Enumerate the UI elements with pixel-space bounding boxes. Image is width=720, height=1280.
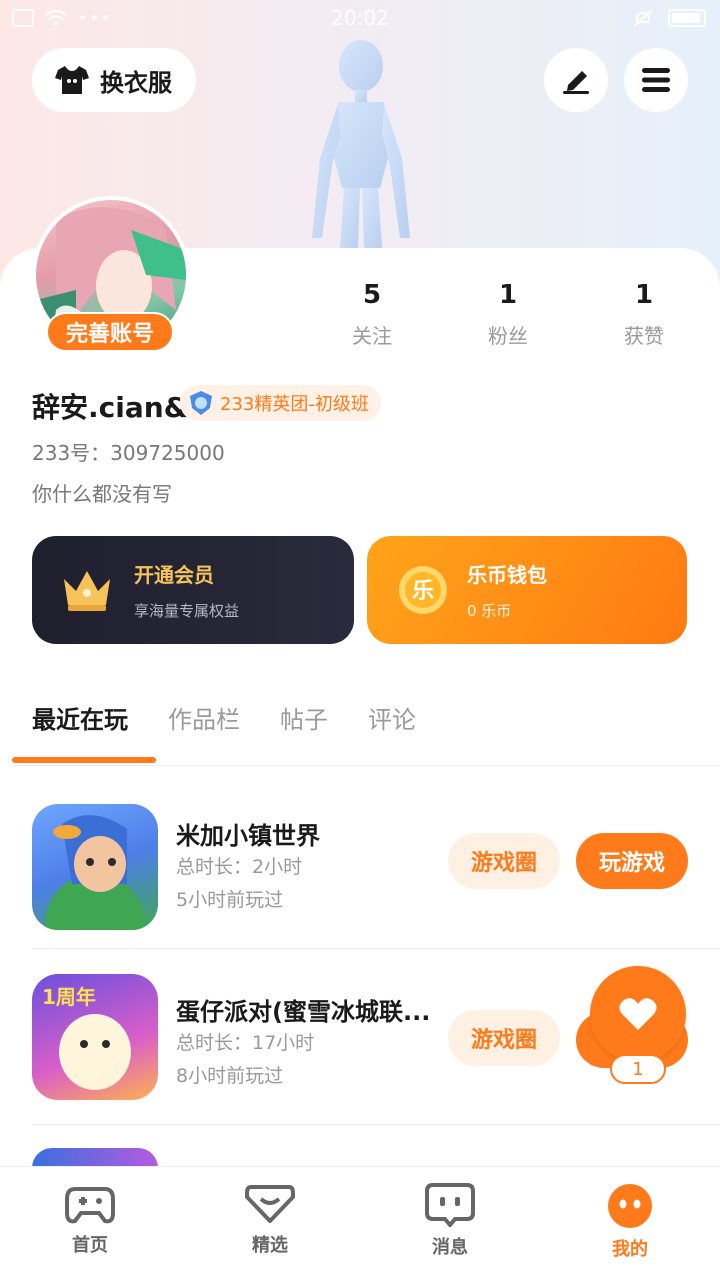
edit-profile-button[interactable]: [544, 48, 608, 112]
svg-text:乐: 乐: [412, 579, 434, 604]
hamburger-menu-icon: [642, 68, 670, 92]
pencil-icon: [563, 71, 589, 94]
nav-profile-label: 我的: [612, 1239, 648, 1260]
game-icon-partial: [32, 1148, 158, 1168]
coin-icon: 乐: [399, 566, 447, 614]
game-icon-toca: [32, 804, 158, 930]
wallet-card[interactable]: 乐 乐币钱包 0 乐币: [367, 536, 687, 644]
svg-text:1周年: 1周年: [42, 985, 96, 1009]
game-last-played: 5小时前玩过: [176, 889, 284, 911]
nav-home[interactable]: 首页: [0, 1167, 180, 1280]
heart-chat-icon: [245, 1185, 295, 1223]
mute-icon: [633, 9, 653, 27]
stat-followers[interactable]: 1 粉丝: [448, 280, 568, 349]
nav-home-label: 首页: [72, 1235, 108, 1256]
stat-likes-count: 1: [634, 280, 654, 310]
game-name: 米加小镇世界: [176, 822, 320, 850]
profile-tabs: 最近在玩 作品栏 帖子 评论: [32, 700, 416, 735]
bottom-nav: 首页 精选 消息 我的: [0, 1166, 720, 1280]
vip-subtitle: 享海量专属权益: [134, 602, 240, 620]
stat-following[interactable]: 5 关注: [312, 280, 432, 349]
menu-button[interactable]: [624, 48, 688, 112]
floating-like-button[interactable]: 1: [576, 966, 688, 1086]
profile-face-icon: [608, 1184, 652, 1228]
user-id[interactable]: 233号：309725000: [32, 437, 225, 466]
tab-posts[interactable]: 帖子: [280, 700, 328, 735]
status-right: [632, 8, 706, 28]
active-tab-indicator: [12, 757, 156, 763]
tshirt-icon: [55, 66, 89, 94]
row-divider: [32, 948, 720, 949]
tab-recent-played[interactable]: 最近在玩: [32, 700, 128, 735]
heart-icon: [619, 998, 657, 1030]
stat-followers-label: 粉丝: [488, 324, 528, 348]
complete-account-badge[interactable]: 完善账号: [46, 312, 174, 352]
game-last-played: 8小时前玩过: [176, 1065, 284, 1087]
nav-featured[interactable]: 精选: [180, 1167, 360, 1280]
stat-likes[interactable]: 1 获赞: [584, 280, 704, 349]
avatar-3d-figure[interactable]: [300, 38, 422, 248]
tab-works[interactable]: 作品栏: [168, 700, 240, 735]
shield-badge-icon: [190, 391, 212, 415]
status-time: 20:02: [331, 6, 389, 30]
stat-likes-label: 获赞: [624, 324, 664, 348]
nav-messages-label: 消息: [432, 1237, 468, 1258]
stat-following-count: 5: [362, 280, 382, 310]
message-icon: [425, 1183, 475, 1227]
row-divider: [32, 1124, 720, 1125]
game-duration: 总时长：2小时: [176, 856, 303, 878]
nav-profile[interactable]: 我的: [540, 1167, 720, 1280]
vip-title: 开通会员: [134, 563, 214, 587]
game-row[interactable]: 米加小镇世界 总时长：2小时 5小时前玩过 游戏圈 玩游戏: [0, 790, 720, 940]
stat-following-label: 关注: [352, 324, 392, 348]
rank-badge-label: 233精英团-初级班: [220, 394, 369, 415]
gamepad-icon: [65, 1187, 115, 1224]
game-duration: 总时长：17小时: [176, 1032, 315, 1054]
tab-divider: [12, 765, 720, 766]
wallet-title: 乐币钱包: [467, 563, 547, 587]
change-outfit-button[interactable]: 换衣服: [32, 48, 196, 112]
game-circle-button[interactable]: 游戏圈: [448, 833, 560, 889]
like-circle[interactable]: [590, 966, 686, 1062]
wallet-balance: 0 乐币: [467, 602, 512, 620]
game-circle-button[interactable]: 游戏圈: [448, 1010, 560, 1066]
nav-featured-label: 精选: [252, 1235, 288, 1256]
game-icon-eggy-party: 1周年: [32, 974, 158, 1100]
game-name: 蛋仔派对(蜜雪冰城联...: [176, 998, 431, 1026]
rank-badge[interactable]: 233精英团-初级班: [180, 385, 381, 421]
battery-icon: [668, 9, 706, 27]
status-bar: ••• 20:02: [0, 0, 720, 40]
nav-messages[interactable]: 消息: [360, 1167, 540, 1280]
vip-membership-card[interactable]: 开通会员 享海量专属权益: [32, 536, 354, 644]
play-game-button[interactable]: 玩游戏: [576, 833, 688, 889]
like-count: 1: [610, 1054, 666, 1084]
stat-followers-count: 1: [498, 280, 518, 310]
crown-icon: [64, 571, 110, 611]
tab-comments[interactable]: 评论: [368, 700, 416, 735]
username: 辞安.cian&: [32, 391, 189, 424]
change-outfit-label: 换衣服: [100, 68, 172, 97]
user-bio: 你什么都没有写: [32, 482, 172, 506]
